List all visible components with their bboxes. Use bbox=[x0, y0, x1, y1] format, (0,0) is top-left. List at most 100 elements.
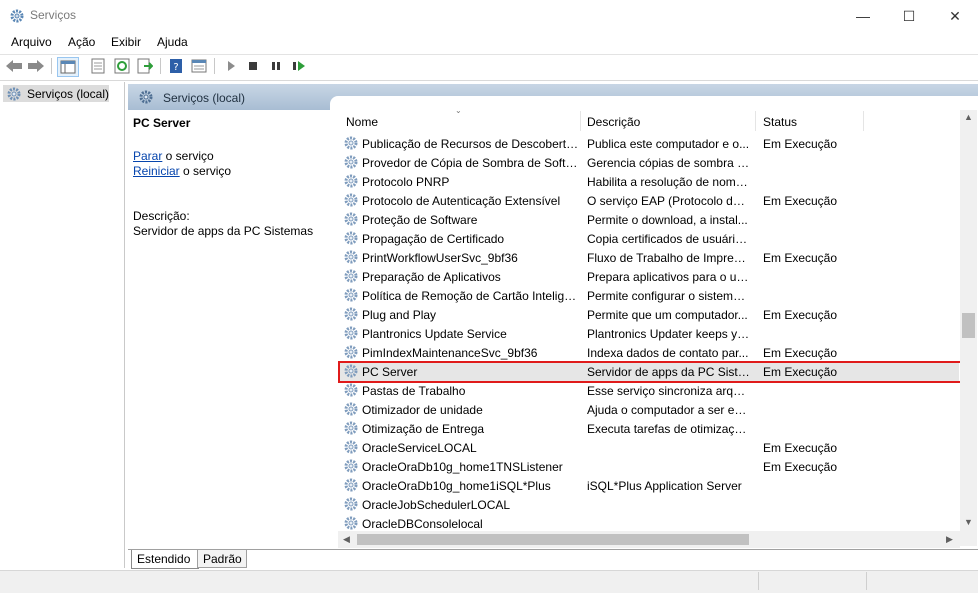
service-description-cell: Permite o download, a instal... bbox=[587, 213, 748, 227]
service-name-cell: Publicação de Recursos de Descoberta ... bbox=[362, 137, 580, 151]
table-row[interactable]: OracleServiceLOCAL Em Execução bbox=[339, 438, 959, 457]
service-gear-icon bbox=[343, 268, 359, 284]
service-gear-icon bbox=[343, 230, 359, 246]
menu-exibir[interactable]: Exibir bbox=[111, 35, 141, 49]
table-row[interactable]: Proteção de Software Permite o download, … bbox=[339, 210, 959, 229]
service-description-cell: Executa tarefas de otimizaçã... bbox=[587, 422, 750, 436]
view-tabs bbox=[128, 548, 978, 568]
column-header-status[interactable]: Status bbox=[763, 115, 797, 129]
tab-estendido[interactable]: Estendido bbox=[131, 550, 199, 569]
service-name-cell: Propagação de Certificado bbox=[362, 232, 505, 246]
maximize-button[interactable]: ☐ bbox=[886, 0, 932, 32]
services-gear-icon bbox=[10, 9, 24, 23]
restart-service-link[interactable]: Reiniciar bbox=[133, 164, 180, 178]
table-row[interactable]: Plug and Play Permite que um computador..… bbox=[339, 305, 959, 324]
forward-arrow-icon[interactable] bbox=[26, 57, 46, 75]
toolbar-separator bbox=[51, 58, 52, 74]
menu-arquivo[interactable]: Arquivo bbox=[11, 35, 52, 49]
console-tree-icon[interactable] bbox=[57, 57, 79, 77]
service-description-cell: Copia certificados de usuário... bbox=[587, 232, 750, 246]
pause-icon[interactable] bbox=[266, 57, 286, 75]
scroll-left-icon[interactable]: ◀ bbox=[343, 534, 350, 545]
stop-service-line: Parar o serviço bbox=[133, 149, 214, 163]
toolbar-separator bbox=[160, 58, 161, 74]
tab-padrao[interactable]: Padrão bbox=[197, 550, 247, 568]
service-description-cell: Plantronics Updater keeps yo... bbox=[587, 327, 750, 341]
stop-service-link[interactable]: Parar bbox=[133, 149, 162, 163]
service-gear-icon bbox=[343, 306, 359, 322]
refresh-icon[interactable] bbox=[112, 57, 132, 75]
scroll-right-icon[interactable]: ▶ bbox=[946, 534, 953, 545]
service-gear-icon bbox=[343, 420, 359, 436]
table-row[interactable]: Pastas de Trabalho Esse serviço sincroniz… bbox=[339, 381, 959, 400]
stop-icon[interactable] bbox=[243, 57, 263, 75]
service-gear-icon bbox=[343, 477, 359, 493]
service-gear-icon bbox=[343, 401, 359, 417]
service-gear-icon bbox=[343, 287, 359, 303]
service-name-cell: OracleDBConsolelocal bbox=[362, 517, 483, 531]
service-name-cell: OracleOraDb10g_home1iSQL*Plus bbox=[362, 479, 551, 493]
description-text: Servidor de apps da PC Sistemas bbox=[133, 224, 314, 238]
play-icon[interactable] bbox=[221, 57, 241, 75]
back-arrow-icon[interactable] bbox=[4, 57, 24, 75]
service-gear-icon bbox=[343, 439, 359, 455]
service-gear-icon bbox=[343, 173, 359, 189]
table-row[interactable]: PimIndexMaintenanceSvc_9bf36 Indexa dados… bbox=[339, 343, 959, 362]
column-header-row bbox=[338, 110, 960, 132]
table-row[interactable]: Protocolo de Autenticação Extensível O se… bbox=[339, 191, 959, 210]
column-header-name[interactable]: Nome bbox=[346, 115, 378, 129]
resume-icon[interactable] bbox=[289, 57, 309, 75]
column-header-description[interactable]: Descrição bbox=[587, 115, 640, 129]
table-row[interactable]: OracleOraDb10g_home1TNSListener Em Execuç… bbox=[339, 457, 959, 476]
service-name-cell: Provedor de Cópia de Sombra de Softw... bbox=[362, 156, 580, 170]
table-row[interactable]: OracleJobSchedulerLOCAL bbox=[339, 495, 959, 514]
service-name-cell: OracleServiceLOCAL bbox=[362, 441, 477, 455]
table-row[interactable]: Otimizador de unidade Ajuda o computador … bbox=[339, 400, 959, 419]
status-bar-separator bbox=[758, 572, 759, 590]
restart-service-suffix: o serviço bbox=[179, 164, 232, 178]
close-button[interactable]: ✕ bbox=[932, 0, 978, 32]
table-row[interactable]: Protocolo PNRP Habilita a resolução de no… bbox=[339, 172, 959, 191]
help-icon[interactable]: ? bbox=[166, 57, 186, 75]
service-name-cell: Otimização de Entrega bbox=[362, 422, 485, 436]
vertical-scroll-thumb[interactable] bbox=[962, 313, 975, 338]
scroll-up-icon[interactable]: ▲ bbox=[964, 112, 973, 122]
service-gear-icon bbox=[343, 458, 359, 474]
service-description-cell: Prepara aplicativos para o us... bbox=[587, 270, 750, 284]
table-row[interactable]: OracleOraDb10g_home1iSQL*Plus iSQL*Plus A… bbox=[339, 476, 959, 495]
table-row[interactable]: Otimização de Entrega Executa tarefas de … bbox=[339, 419, 959, 438]
view-icon[interactable] bbox=[189, 57, 209, 75]
tabs-line bbox=[128, 549, 978, 550]
table-row[interactable]: Propagação de Certificado Copia certifica… bbox=[339, 229, 959, 248]
table-row[interactable]: Publicação de Recursos de Descoberta ...… bbox=[339, 134, 959, 153]
title-bar bbox=[0, 0, 978, 32]
scroll-down-icon[interactable]: ▼ bbox=[964, 517, 973, 527]
service-status-cell: Em Execução bbox=[763, 137, 838, 151]
service-gear-icon bbox=[343, 325, 359, 341]
service-status-cell: Em Execução bbox=[763, 346, 838, 360]
table-row[interactable]: PrintWorkflowUserSvc_9bf36 Fluxo de Traba… bbox=[339, 248, 959, 267]
horizontal-scroll-thumb[interactable] bbox=[357, 534, 749, 545]
service-name-cell: Protocolo PNRP bbox=[362, 175, 450, 189]
service-name-cell: Proteção de Software bbox=[362, 213, 478, 227]
service-name-cell: Plug and Play bbox=[362, 308, 437, 322]
service-gear-icon bbox=[343, 192, 359, 208]
service-name-cell: OracleJobSchedulerLOCAL bbox=[362, 498, 511, 512]
table-row[interactable]: Plantronics Update Service Plantronics Up… bbox=[339, 324, 959, 343]
service-name-cell: Otimizador de unidade bbox=[362, 403, 483, 417]
service-description-cell: Gerencia cópias de sombra d... bbox=[587, 156, 750, 170]
table-row[interactable]: Política de Remoção de Cartão Intelige..… bbox=[339, 286, 959, 305]
minimize-button[interactable]: — bbox=[840, 0, 886, 32]
service-name-cell: PimIndexMaintenanceSvc_9bf36 bbox=[362, 346, 538, 360]
pane-header-curve bbox=[330, 96, 978, 110]
menu-acao[interactable]: Ação bbox=[68, 35, 95, 49]
service-description-cell: Permite configurar o sistema ... bbox=[587, 289, 750, 303]
menu-ajuda[interactable]: Ajuda bbox=[157, 35, 188, 49]
table-row[interactable]: Provedor de Cópia de Sombra de Softw... G… bbox=[339, 153, 959, 172]
properties-icon[interactable] bbox=[88, 57, 108, 75]
service-name-cell: Preparação de Aplicativos bbox=[362, 270, 501, 284]
service-name-cell: Protocolo de Autenticação Extensível bbox=[362, 194, 561, 208]
export-icon[interactable] bbox=[135, 57, 155, 75]
service-description-cell: iSQL*Plus Application Server bbox=[587, 479, 742, 493]
table-row[interactable]: Preparação de Aplicativos Prepara aplicat… bbox=[339, 267, 959, 286]
